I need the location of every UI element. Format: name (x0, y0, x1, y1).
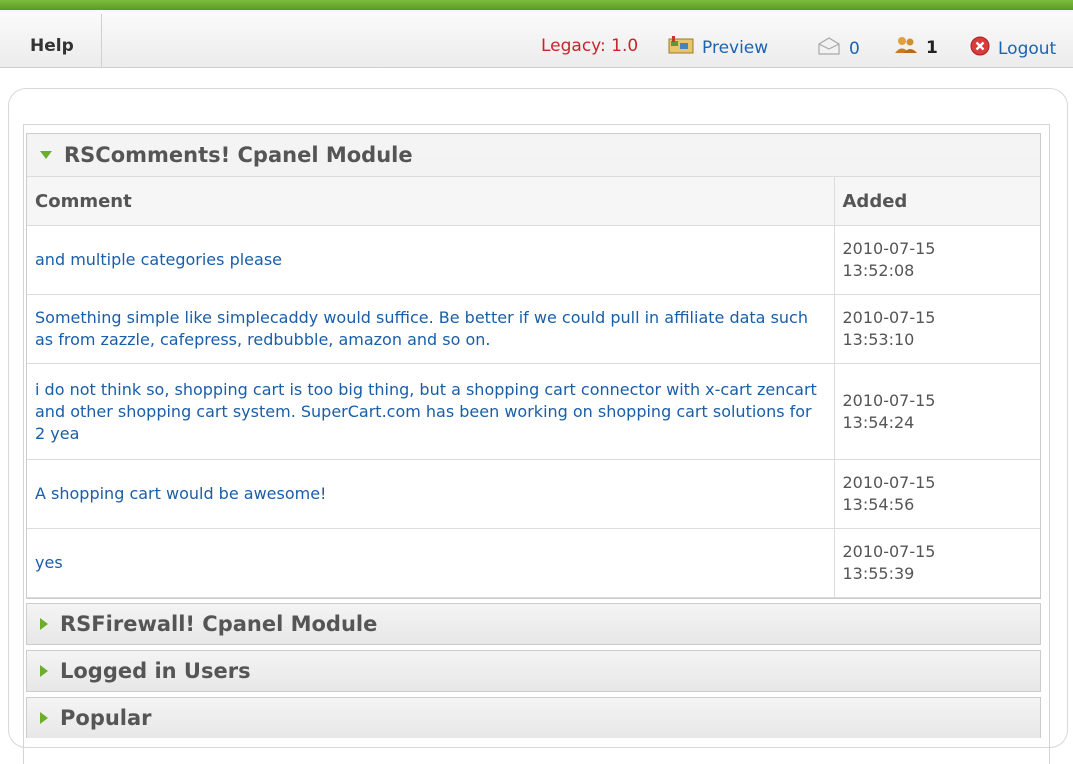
logout-label: Logout (998, 38, 1057, 59)
comment-added-cell: 2010-07-15 13:54:56 (833, 459, 1040, 529)
admin-toolbar: Help Legacy: 1.0 Preview 0 1 Logout (0, 10, 1073, 68)
comment-link[interactable]: and multiple categories please (27, 225, 834, 295)
comment-added-cell: 2010-07-15 13:55:39 (833, 528, 1040, 598)
table-row: yes 2010-07-15 13:55:39 (27, 528, 1040, 598)
rsfirewall-module-header[interactable]: RSFirewall! Cpanel Module (27, 604, 1040, 644)
expand-arrow-icon (40, 665, 48, 677)
comment-date: 2010-07-15 (842, 473, 936, 492)
comment-time: 13:54:24 (842, 412, 915, 432)
popular-module-header[interactable]: Popular (27, 698, 1040, 738)
rscomments-module-header[interactable]: RSComments! Cpanel Module (27, 134, 1040, 176)
added-column-header: Added (833, 176, 1040, 226)
comment-date: 2010-07-15 (842, 239, 936, 258)
comment-date: 2010-07-15 (842, 308, 936, 327)
legacy-label: Legacy: 1.0 (541, 36, 639, 56)
rscomments-module-title: RSComments! Cpanel Module (64, 143, 413, 167)
popular-module-title: Popular (60, 706, 152, 730)
messages-link[interactable]: 0 (817, 36, 860, 61)
comment-time: 13:52:08 (842, 261, 915, 280)
comment-column-header: Comment (27, 176, 834, 226)
comment-time: 13:53:10 (842, 330, 915, 349)
comment-added-cell: 2010-07-15 13:54:24 (833, 363, 1040, 460)
table-row: i do not think so, shopping cart is too … (27, 363, 1040, 460)
preview-link[interactable]: Preview (668, 36, 768, 59)
collapse-arrow-icon (40, 151, 52, 159)
rsfirewall-module-title: RSFirewall! Cpanel Module (60, 612, 378, 636)
help-menu[interactable]: Help (10, 14, 102, 68)
comment-date: 2010-07-15 (842, 390, 936, 410)
comment-added-cell: 2010-07-15 13:52:08 (833, 225, 1040, 295)
comment-link[interactable]: Something simple like simplecaddy would … (27, 294, 834, 364)
logged-in-users-module-header[interactable]: Logged in Users (27, 651, 1040, 691)
comment-link[interactable]: yes (27, 528, 834, 598)
logout-link[interactable]: Logout (970, 36, 1056, 61)
logout-icon (970, 36, 990, 61)
help-menu-label: Help (30, 36, 74, 56)
messages-count: 0 (849, 38, 860, 59)
expand-arrow-icon (40, 618, 48, 630)
comment-added-cell: 2010-07-15 13:53:10 (833, 294, 1040, 364)
logged-in-users-module: Logged in Users (26, 650, 1041, 692)
comment-link[interactable]: i do not think so, shopping cart is too … (27, 363, 834, 460)
messages-icon (817, 36, 841, 61)
preview-label: Preview (702, 37, 769, 58)
rscomments-module: RSComments! Cpanel Module Comment Added … (26, 133, 1041, 599)
popular-module: Popular (26, 697, 1041, 738)
rsfirewall-module: RSFirewall! Cpanel Module (26, 603, 1041, 645)
logged-in-users-module-title: Logged in Users (60, 659, 251, 683)
comment-time: 13:54:56 (842, 495, 915, 514)
legacy-mode-status: Legacy: 1.0 (541, 36, 638, 56)
users-icon (894, 36, 918, 59)
comment-time: 13:55:39 (842, 564, 915, 583)
top-accent-bar (0, 0, 1073, 10)
table-row: Something simple like simplecaddy would … (27, 294, 1040, 364)
table-row: and multiple categories please 2010-07-1… (27, 225, 1040, 295)
comment-date: 2010-07-15 (842, 542, 936, 561)
comment-link[interactable]: A shopping cart would be awesome! (27, 459, 834, 529)
comments-table: Comment Added and multiple categories pl… (27, 176, 1040, 598)
users-count: 1 (926, 37, 938, 58)
online-users-link[interactable]: 1 (894, 36, 938, 59)
table-row: A shopping cart would be awesome! 2010-0… (27, 459, 1040, 529)
expand-arrow-icon (40, 712, 48, 724)
preview-map-icon (668, 36, 694, 59)
